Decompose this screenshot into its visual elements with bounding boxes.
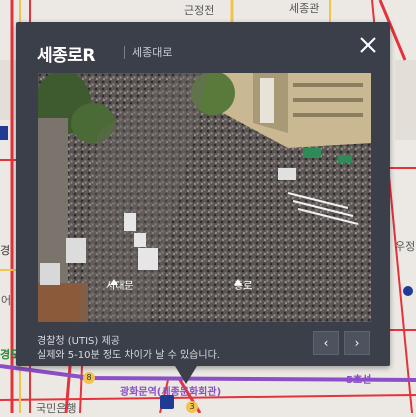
delay-notice: 실제와 5-10분 정도 차이가 날 수 있습니다. — [37, 350, 220, 361]
station-exit-8-badge[interactable]: 8 — [83, 372, 95, 384]
cctv-camera-image: 서대문 종로 — [38, 73, 371, 322]
poi-icon[interactable] — [403, 286, 413, 296]
map-label-gyeong: 경 — [0, 244, 11, 257]
map-label-line5: 5호선 — [346, 375, 372, 386]
title-divider — [124, 46, 125, 59]
cctv-popup: 세종로R 세종대로 서대문 종로 경찰청 (UTIS) 제공 실제와 5-10분… — [16, 22, 390, 366]
next-camera-button[interactable]: › — [344, 331, 370, 355]
map-label-ujeong: 우정 — [395, 240, 416, 253]
close-button[interactable] — [356, 33, 380, 57]
map-label-sejonggwan: 세종관 — [289, 2, 320, 15]
source-credit: 경찰청 (UTIS) 제공 — [37, 336, 120, 347]
map-label-geunjeongjeon: 근정전 — [184, 4, 215, 17]
previous-camera-button[interactable]: ‹ — [313, 331, 339, 355]
station-exit-3-badge[interactable]: 3 — [186, 401, 198, 413]
camera-overlay-seodaemun: 서대문 — [106, 280, 134, 292]
map-label-eo: 어 — [1, 294, 12, 307]
popup-title: 세종로R — [37, 46, 96, 66]
close-icon — [360, 37, 376, 53]
bus-stop-icon[interactable] — [0, 126, 8, 140]
popup-subtitle: 세종대로 — [132, 46, 173, 59]
map-label-kookmin-bank[interactable]: 국민은행 — [36, 400, 76, 416]
subway-station-icon[interactable] — [160, 395, 174, 409]
popup-pointer — [175, 366, 197, 384]
